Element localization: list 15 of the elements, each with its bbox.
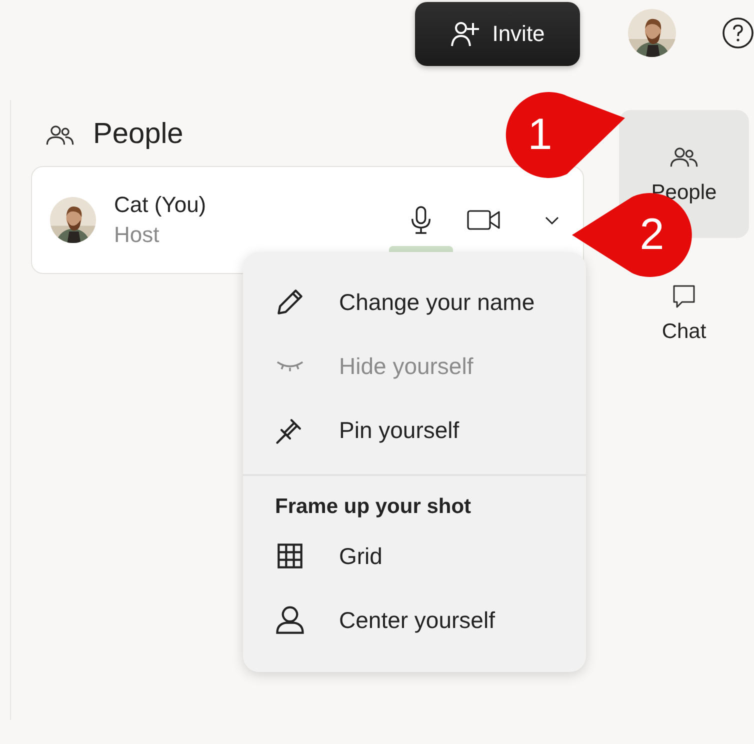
participant-role: Host	[114, 222, 160, 248]
person-icon	[273, 603, 307, 637]
sidebar-tab[interactable]: Chat	[619, 268, 749, 358]
menu-item[interactable]: Grid	[243, 524, 586, 588]
participant-name: Cat (You)	[114, 192, 208, 218]
panel-title: People	[93, 118, 184, 151]
menu-section-heading: Frame up your shot	[274, 494, 472, 520]
invite-button[interactable]: Invite	[415, 2, 580, 66]
menu-item[interactable]: Center yourself	[243, 588, 586, 652]
video-camera-icon[interactable]	[467, 208, 501, 232]
closed-eye-icon	[276, 360, 304, 372]
help-icon[interactable]	[722, 17, 754, 49]
menu-item[interactable]: Pin yourself	[243, 398, 586, 462]
menu-item[interactable]: Change your name	[243, 270, 586, 334]
chevron-down-icon[interactable]	[545, 216, 559, 224]
